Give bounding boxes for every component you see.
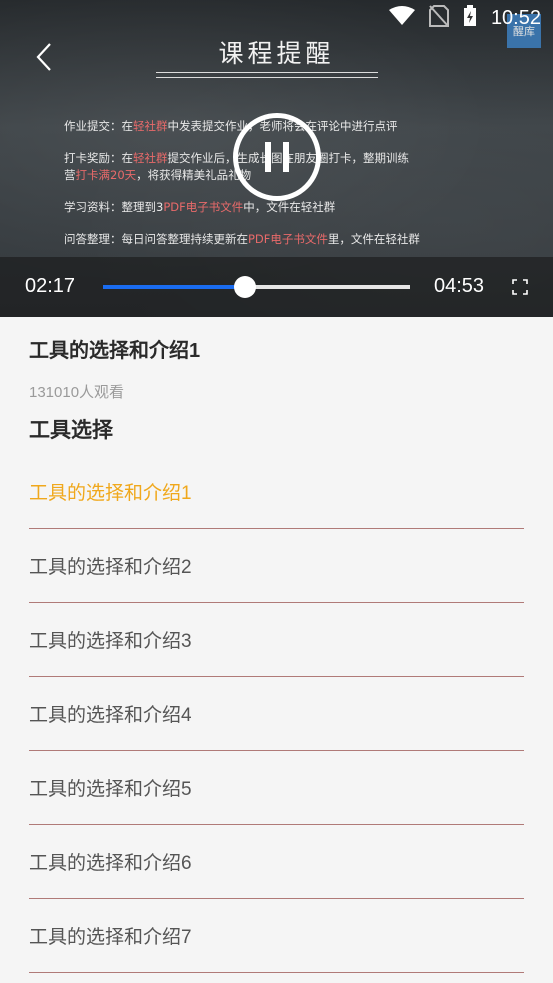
board-note-line: 学习资料：整理到3PDF电子书文件中，文件在轻社群 — [64, 199, 504, 216]
title-underline — [156, 72, 378, 78]
board-note-highlight: PDF电子书文件 — [248, 232, 328, 246]
view-count: 131010人观看 — [29, 384, 125, 401]
battery-charging-icon — [463, 5, 477, 31]
player-controls: 02:17 04:53 — [0, 257, 553, 317]
board-title: 课程提醒 — [218, 39, 335, 68]
no-sim-icon — [428, 5, 449, 31]
lesson-item[interactable]: 工具的选择和介绍6 — [29, 825, 524, 899]
board-note-text: ，将获得精美礼品礼物 — [136, 168, 252, 182]
board-note-line: 问答整理：每日问答整理持续更新在PDF电子书文件里，文件在轻社群 — [64, 231, 504, 248]
board-note-text: 打卡奖励：在 — [64, 151, 133, 165]
board-note-text: 作业提交：在 — [64, 119, 133, 133]
status-bar: 10:52 — [0, 0, 553, 36]
lesson-item[interactable]: 工具的选择和介绍7 — [29, 899, 524, 973]
board-note-text: 问答整理：每日问答整理持续更新在 — [64, 232, 248, 246]
board-note-highlight: 轻社群 — [133, 151, 168, 165]
board-note-text: 中，文件在轻社群 — [243, 200, 336, 214]
lesson-item[interactable]: 工具的选择和介绍3 — [29, 603, 524, 677]
board-note-text: 营 — [64, 168, 76, 182]
pause-icon — [265, 142, 271, 172]
pause-icon-bar — [283, 142, 289, 172]
chevron-left-icon — [36, 43, 51, 71]
wifi-icon — [388, 6, 415, 30]
pause-button[interactable] — [233, 113, 321, 201]
lesson-item[interactable]: 工具的选择和介绍4 — [29, 677, 524, 751]
video-player[interactable]: 10:52 醒库 课程提醒 作业提交：在轻社群中发表提交作业，老师将会在评论中进… — [0, 0, 553, 317]
board-note-highlight: 打卡满20天 — [75, 168, 137, 182]
total-time: 04:53 — [434, 275, 485, 297]
board-note-text: 学习资料：整理到3 — [64, 200, 164, 214]
fullscreen-icon — [512, 279, 528, 295]
board-note-highlight: PDF电子书文件 — [163, 200, 244, 214]
seek-progress — [103, 285, 245, 289]
course-info: 工具的选择和介绍1 131010人观看 工具选择 工具的选择和介绍1 工具的选择和… — [0, 317, 553, 973]
lesson-list: 工具的选择和介绍1 工具的选择和介绍2 工具的选择和介绍3 工具的选择和介绍4 工具的选… — [29, 454, 524, 973]
seek-bar[interactable] — [103, 276, 410, 298]
seek-thumb[interactable] — [233, 276, 256, 298]
section-title: 工具选择 — [29, 419, 113, 442]
board-note-text: 里，文件在轻社群 — [327, 232, 420, 246]
course-title: 工具的选择和介绍1 — [29, 340, 201, 362]
lesson-item[interactable]: 工具的选择和介绍2 — [29, 529, 524, 603]
lesson-item[interactable]: 工具的选择和介绍1 — [29, 454, 524, 529]
status-time: 10:52 — [490, 6, 541, 29]
lesson-item[interactable]: 工具的选择和介绍5 — [29, 751, 524, 825]
board-note-highlight: 轻社群 — [133, 119, 168, 133]
back-button[interactable] — [30, 40, 60, 74]
fullscreen-button[interactable] — [511, 278, 529, 296]
current-time: 02:17 — [25, 275, 76, 297]
